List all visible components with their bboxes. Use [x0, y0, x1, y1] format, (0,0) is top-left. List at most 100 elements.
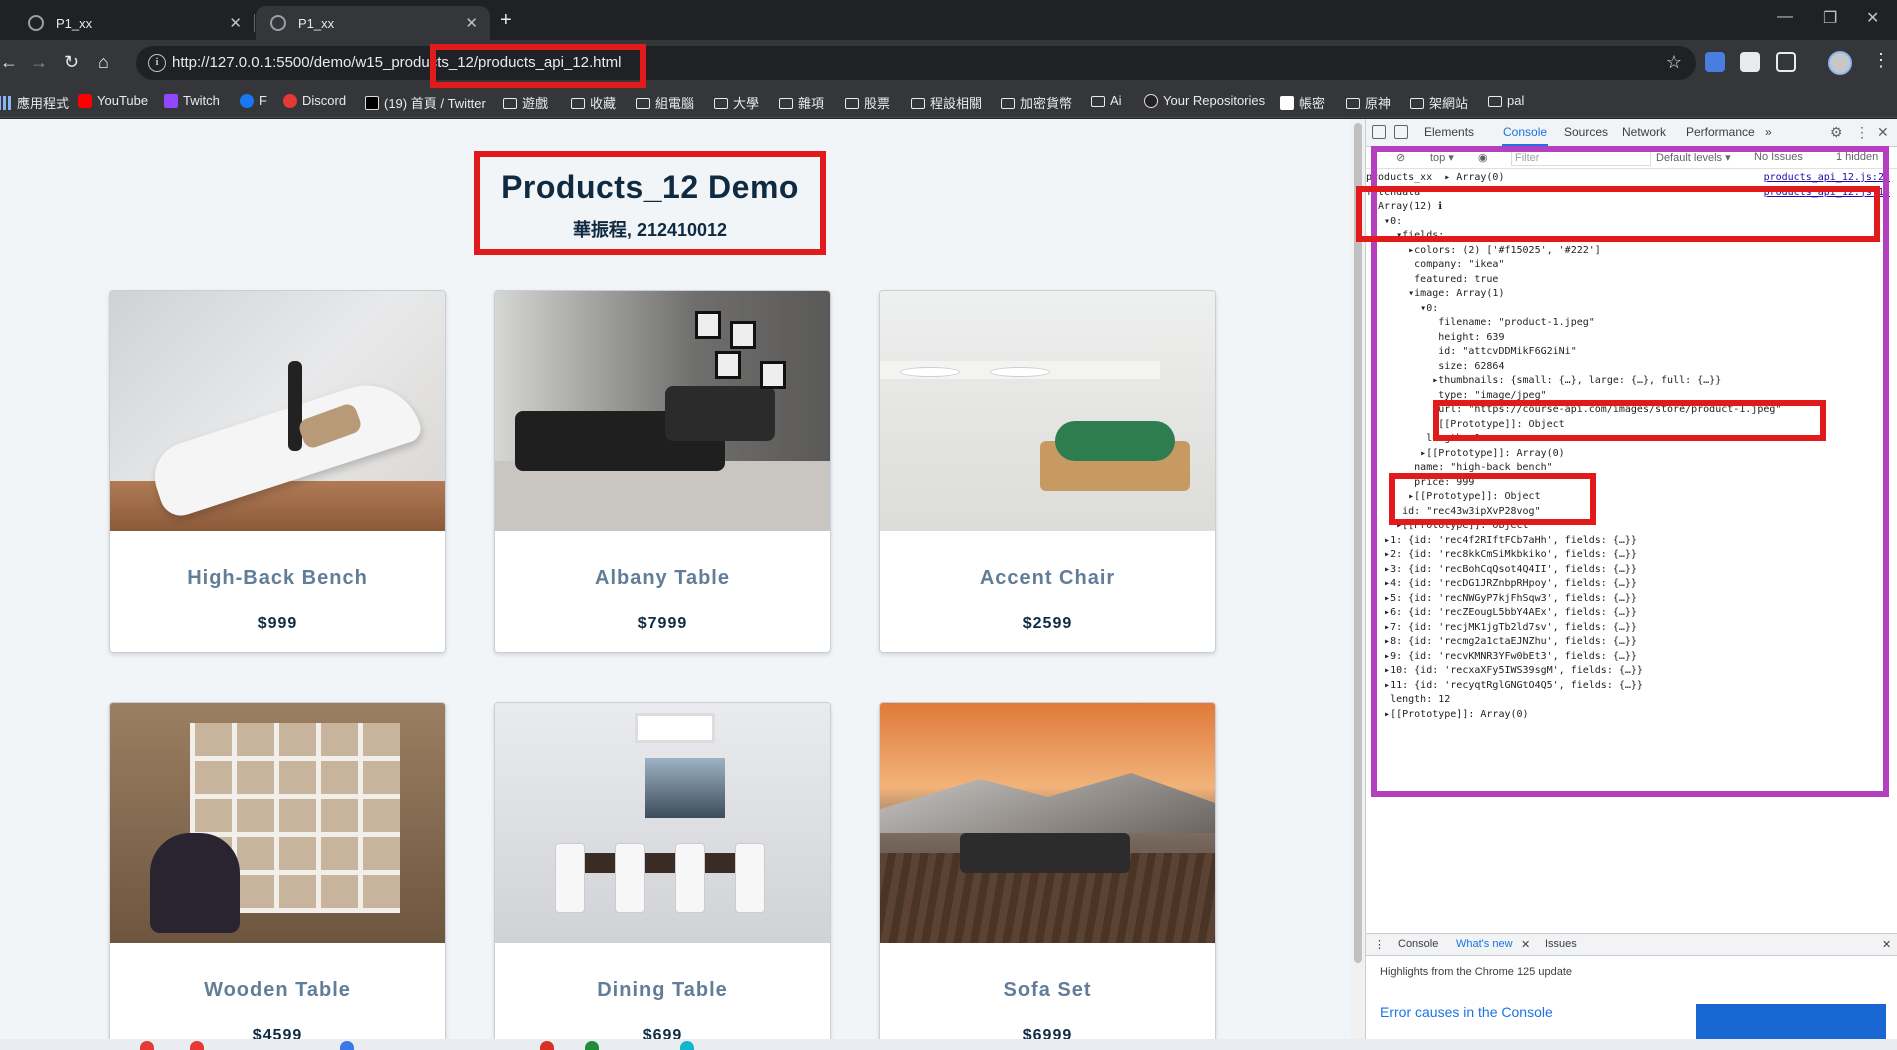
browser-tab[interactable]: P1_xx ✕	[14, 6, 254, 40]
twitch-icon	[164, 93, 178, 108]
drawer-tab-issues[interactable]: Issues	[1545, 938, 1577, 950]
taskbar-app-icon[interactable]	[680, 1041, 694, 1050]
folder-icon	[636, 98, 650, 109]
more-menu-icon[interactable]: ⋮	[1872, 50, 1890, 71]
page-scrollbar[interactable]	[1351, 119, 1365, 1039]
bookmark-youtube[interactable]: YouTube	[78, 93, 148, 108]
taskbar-app-icon[interactable]	[140, 1041, 154, 1050]
bookmark-folder[interactable]: 雜項	[779, 93, 824, 112]
new-tab-button[interactable]: +	[500, 9, 512, 32]
bookmark-folder[interactable]: 加密貨幣	[1001, 93, 1072, 112]
bookmark-folder[interactable]: 股票	[845, 93, 890, 112]
inspect-element-icon[interactable]	[1372, 125, 1386, 139]
bookmark-notion[interactable]: 帳密	[1280, 93, 1325, 112]
whats-new-link[interactable]: Error causes in the Console	[1380, 1004, 1553, 1020]
folder-icon	[911, 98, 925, 109]
annotation-url-field-highlight	[1433, 400, 1826, 441]
bookmark-folder[interactable]: 大學	[714, 93, 759, 112]
site-info-icon[interactable]: i	[148, 54, 166, 72]
taskbar-app-icon[interactable]	[190, 1041, 204, 1050]
bookmark-folder[interactable]: 程設相關	[911, 93, 982, 112]
drawer-tabbar: ⋮ Console What's new ✕ Issues ✕	[1366, 934, 1897, 956]
close-devtools-icon[interactable]: ✕	[1877, 124, 1889, 141]
folder-icon	[571, 98, 585, 109]
address-bar[interactable]: i http://127.0.0.1:5500/demo/w15_product…	[136, 46, 1696, 80]
product-name: Dining Table	[597, 979, 728, 1001]
tab-network[interactable]: Network	[1622, 125, 1666, 139]
tab-performance[interactable]: Performance	[1686, 125, 1755, 139]
bookmark-folder[interactable]: 收藏	[571, 93, 616, 112]
product-name: Sofa Set	[1003, 979, 1092, 1001]
folder-icon	[1488, 96, 1502, 107]
forward-icon[interactable]: →	[30, 51, 48, 73]
restore-icon[interactable]: ❐	[1823, 8, 1837, 28]
product-price: $999	[257, 615, 298, 632]
product-card[interactable]: Wooden Table $4599	[109, 702, 446, 1039]
bookmark-folder[interactable]: 組電腦	[636, 93, 694, 112]
back-icon[interactable]: ←	[0, 51, 18, 73]
extension-icon[interactable]	[1740, 52, 1760, 72]
devtools-drawer: ⋮ Console What's new ✕ Issues ✕ Highligh…	[1366, 933, 1897, 1040]
close-icon[interactable]: ✕	[1521, 938, 1530, 951]
translate-icon[interactable]	[1705, 52, 1725, 72]
settings-gear-icon[interactable]: ⚙	[1830, 124, 1843, 141]
bookmark-folder[interactable]: 遊戲	[503, 93, 548, 112]
more-tabs-icon[interactable]: »	[1765, 125, 1772, 139]
tab-sources[interactable]: Sources	[1564, 125, 1608, 139]
devtools-tabbar: Elements Console Sources Network Perform…	[1366, 119, 1897, 147]
folder-icon	[845, 98, 859, 109]
folder-icon	[714, 98, 728, 109]
annotation-console-highlight	[1371, 146, 1889, 797]
close-window-icon[interactable]: ✕	[1866, 8, 1879, 28]
bookmark-folder[interactable]: 原神	[1346, 93, 1391, 112]
bookmark-discord[interactable]: Discord	[283, 93, 346, 108]
bookmark-folder[interactable]: Ai	[1091, 93, 1122, 108]
bookmark-apps[interactable]: 應用程式	[0, 93, 69, 112]
product-card[interactable]: Sofa Set $6999	[879, 702, 1216, 1039]
drawer-tab-console[interactable]: Console	[1398, 938, 1438, 950]
extensions-puzzle-icon[interactable]	[1776, 52, 1796, 72]
youtube-icon	[78, 93, 92, 108]
drawer-menu-icon[interactable]: ⋮	[1374, 938, 1385, 951]
device-toolbar-icon[interactable]	[1394, 125, 1408, 139]
page-viewport: Products_12 Demo 華振程, 212410012 High-Bac…	[0, 119, 1351, 1039]
product-card[interactable]: Accent Chair $2599	[879, 290, 1216, 653]
bookmark-twitter[interactable]: (19) 首頁 / Twitter	[365, 93, 486, 112]
close-drawer-icon[interactable]: ✕	[1882, 938, 1891, 951]
taskbar-app-icon[interactable]	[340, 1041, 354, 1050]
os-taskbar	[0, 1039, 1897, 1050]
scrollbar-thumb[interactable]	[1354, 123, 1362, 963]
bookmarks-bar: 應用程式 YouTube Twitch F Discord (19) 首頁 / …	[0, 86, 1897, 118]
close-icon[interactable]: ✕	[465, 14, 478, 32]
devtools-menu-icon[interactable]: ⋮	[1855, 124, 1869, 141]
product-card[interactable]: High-Back Bench $999	[109, 290, 446, 653]
drawer-tab-whats-new[interactable]: What's new	[1456, 938, 1513, 950]
product-price: $7999	[637, 615, 688, 632]
close-icon[interactable]: ✕	[229, 14, 242, 32]
product-card[interactable]: Dining Table $699	[494, 702, 831, 1039]
product-price: $2599	[1022, 615, 1073, 632]
product-price: $4599	[252, 1027, 303, 1039]
bookmark-facebook[interactable]: F	[240, 93, 267, 108]
home-icon[interactable]: ⌂	[98, 51, 109, 73]
tab-strip: P1_xx ✕ P1_xx ✕ + — ❐ ✕	[0, 0, 1897, 40]
taskbar-app-icon[interactable]	[585, 1041, 599, 1050]
tab-elements[interactable]: Elements	[1424, 125, 1474, 139]
product-image	[110, 291, 445, 531]
bookmark-folder[interactable]: pal	[1488, 93, 1524, 108]
profile-avatar[interactable]	[1828, 51, 1852, 75]
taskbar-app-icon[interactable]	[540, 1041, 554, 1050]
bookmark-github[interactable]: Your Repositories	[1144, 93, 1265, 108]
minimize-icon[interactable]: —	[1777, 8, 1793, 26]
product-card[interactable]: Albany Table $7999	[494, 290, 831, 653]
bookmark-folder[interactable]: 架網站	[1410, 93, 1468, 112]
reload-icon[interactable]: ↻	[64, 51, 79, 73]
product-image	[495, 291, 830, 531]
bookmark-twitch[interactable]: Twitch	[164, 93, 220, 108]
folder-icon	[1091, 96, 1105, 107]
browser-tab-active[interactable]: P1_xx ✕	[256, 6, 490, 40]
globe-icon	[28, 15, 44, 31]
bookmark-star-icon[interactable]: ☆	[1666, 52, 1682, 73]
apps-grid-icon	[0, 95, 12, 110]
tab-console[interactable]: Console	[1503, 125, 1547, 139]
